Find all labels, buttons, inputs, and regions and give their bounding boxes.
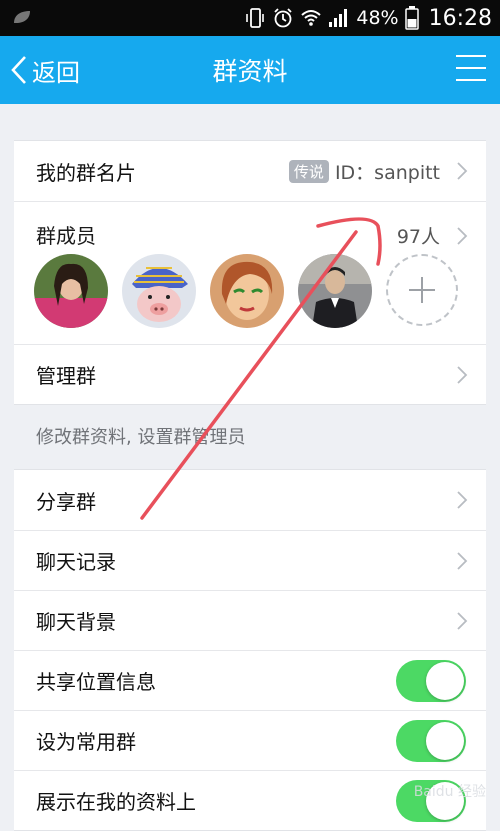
avatar[interactable]	[210, 254, 284, 328]
group-members-label: 群成员	[36, 224, 96, 248]
chat-background-row[interactable]: 聊天背景	[14, 590, 486, 650]
avatar[interactable]	[34, 254, 108, 328]
frequent-group-row: 设为常用群	[14, 710, 486, 770]
my-group-card-row[interactable]: 我的群名片 传说 ID：sanpitt	[14, 141, 486, 201]
page-title: 群资料	[212, 57, 288, 86]
vibrate-icon	[246, 8, 265, 28]
avatar[interactable]	[122, 254, 196, 328]
nav-bar: 返回 群资料	[0, 36, 500, 104]
battery-percent: 48%	[356, 7, 399, 29]
share-location-toggle[interactable]	[396, 659, 466, 702]
manage-group-row[interactable]: 管理群	[14, 344, 486, 404]
share-location-row: 共享位置信息	[14, 650, 486, 710]
menu-icon[interactable]	[456, 55, 486, 83]
share-location-label: 共享位置信息	[36, 670, 156, 694]
title-badge: 传说	[288, 159, 329, 183]
avatar[interactable]	[298, 254, 372, 328]
alarm-icon	[274, 8, 292, 28]
chevron-right-icon	[457, 491, 468, 509]
settings-section: 分享群 聊天记录 聊天背景 共享位置信息 设为常用群 展示在我的资料上	[14, 469, 486, 831]
share-group-label: 分享群	[36, 489, 96, 514]
clock-time: 16:28	[428, 5, 492, 31]
chat-history-row[interactable]: 聊天记录	[14, 530, 486, 590]
chevron-right-icon	[457, 162, 468, 180]
wifi-icon	[301, 10, 322, 26]
chevron-right-icon	[457, 227, 468, 245]
manage-hint: 修改群资料, 设置群管理员	[36, 427, 246, 448]
frequent-group-label: 设为常用群	[36, 730, 136, 754]
chevron-right-icon	[457, 365, 468, 384]
battery-icon	[404, 6, 419, 30]
frequent-group-toggle[interactable]	[396, 719, 466, 762]
leaf-icon	[14, 11, 30, 23]
chevron-right-icon	[457, 611, 468, 630]
group-members-row[interactable]: 群成员 97人	[14, 201, 486, 344]
status-bar: 48% 16:28	[0, 0, 500, 36]
chat-background-label: 聊天背景	[36, 610, 116, 634]
my-group-card-label: 我的群名片	[36, 160, 136, 185]
share-group-row[interactable]: 分享群	[14, 470, 486, 530]
member-count: 97人	[396, 226, 440, 248]
manage-group-label: 管理群	[36, 364, 96, 388]
chevron-right-icon	[457, 551, 468, 570]
add-member-button[interactable]	[386, 254, 458, 326]
watermark: Baidu 经验	[413, 784, 486, 800]
user-id: ID：sanpitt	[334, 161, 440, 184]
content: 我的群名片 传说 ID：sanpitt 群成员 97人 管理群 修改群资料, 设…	[14, 104, 486, 831]
show-on-profile-label: 展示在我的资料上	[36, 790, 196, 814]
signal-icon	[329, 9, 348, 27]
group-info-section: 我的群名片 传说 ID：sanpitt 群成员 97人 管理群	[14, 140, 486, 405]
chat-history-label: 聊天记录	[36, 550, 116, 574]
